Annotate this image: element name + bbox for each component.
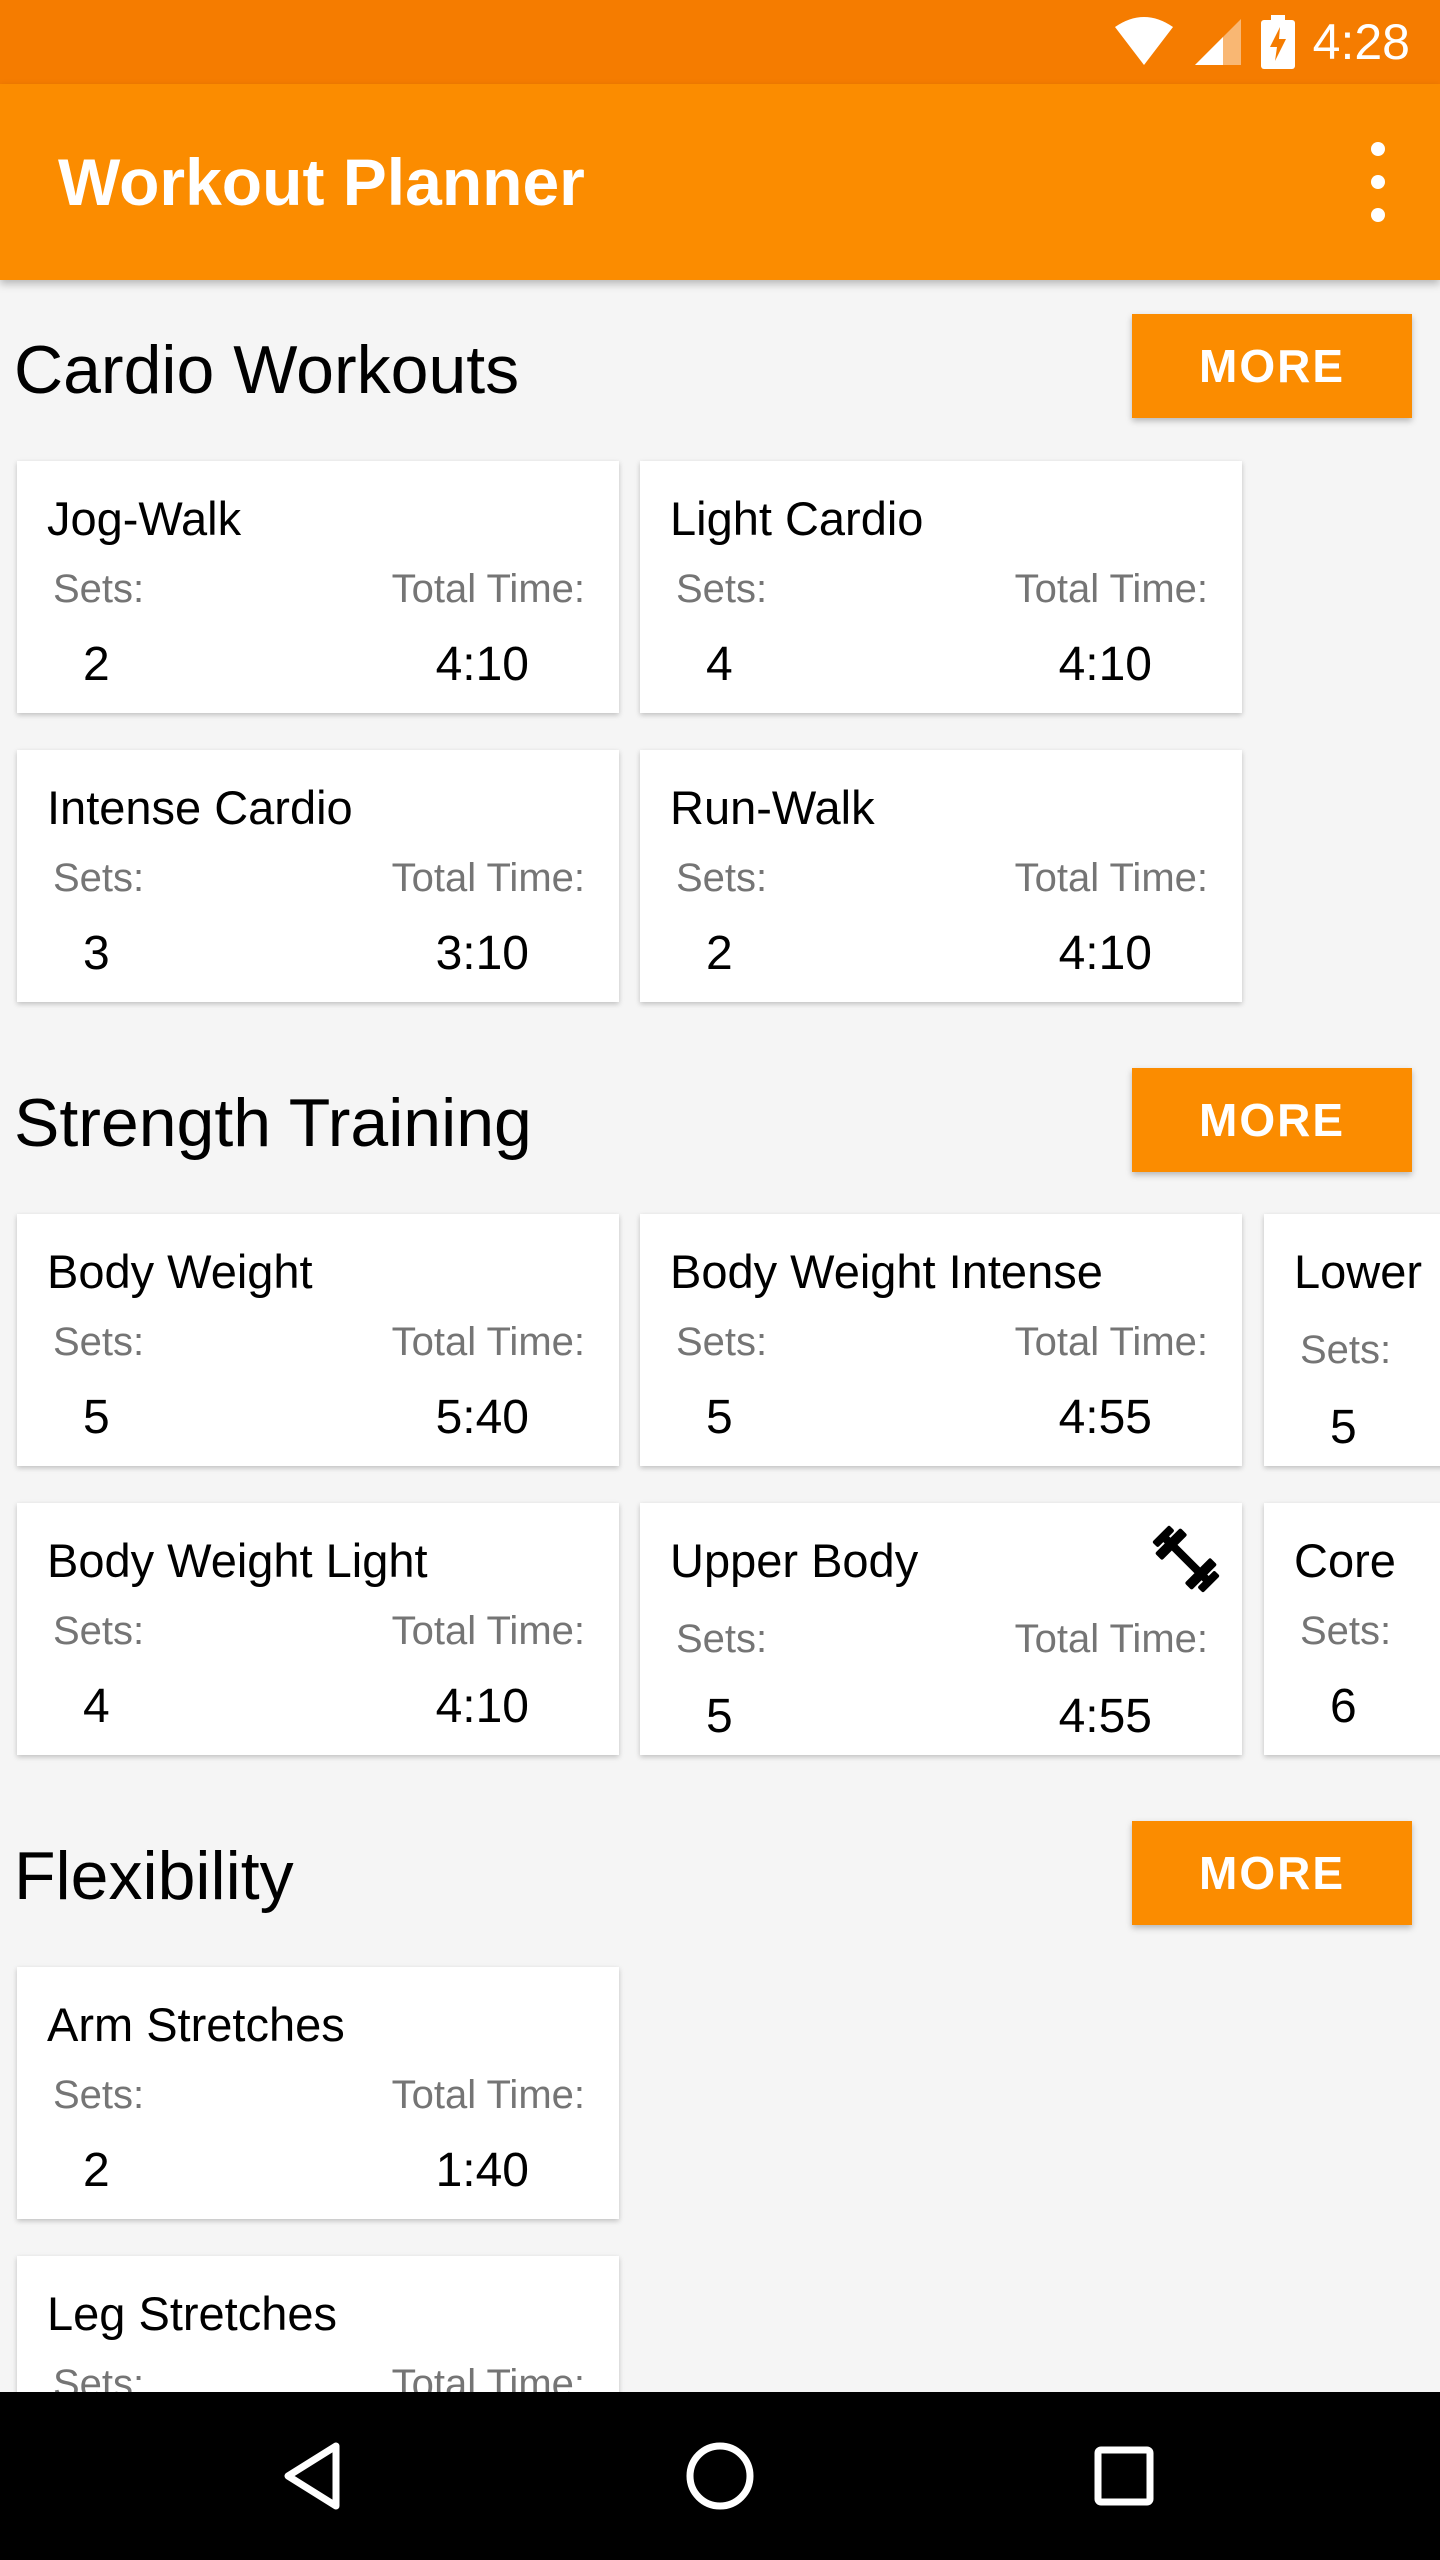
total-time-value: 4:10 <box>435 1680 529 1733</box>
sets-label: Sets: <box>1300 1609 1392 1653</box>
back-triangle-icon[interactable] <box>266 2426 366 2526</box>
status-time: 4:28 <box>1312 14 1410 70</box>
card-title: Lower <box>1294 1245 1423 1298</box>
card-title: Upper Body <box>670 1534 919 1587</box>
section-strength: Strength Training MORE Body Weight Sets:… <box>0 1033 1440 1773</box>
total-time-value: 4:55 <box>1058 1391 1152 1444</box>
workout-card-core[interactable]: Core Sets: 6 <box>1264 1503 1440 1755</box>
section-title: Flexibility <box>14 1838 294 1914</box>
sets-label: Sets: <box>53 856 145 900</box>
sets-label: Sets: <box>53 1609 145 1653</box>
workout-card-upper-body[interactable]: Upper Body Sets: Total Time: 5 4:55 <box>640 1503 1242 1755</box>
sets-value: 5 <box>83 1391 110 1444</box>
workout-card-jog-walk[interactable]: Jog-Walk Sets: Total Time: 2 4:10 <box>17 461 619 713</box>
recents-square-icon[interactable] <box>1074 2426 1174 2526</box>
card-title: Arm Stretches <box>47 1998 345 2051</box>
strength-more-button[interactable]: MORE <box>1132 1068 1412 1172</box>
sets-value: 2 <box>83 2144 110 2197</box>
total-time-label: Total Time: <box>391 1609 585 1653</box>
total-time-value: 4:10 <box>1058 638 1152 691</box>
sets-label: Sets: <box>53 2073 145 2117</box>
cell-signal-icon <box>1194 19 1241 65</box>
sets-label: Sets: <box>676 1617 768 1661</box>
app-bar: Workout Planner <box>0 84 1440 280</box>
card-title: Body Weight <box>47 1245 313 1298</box>
total-time-label: Total Time: <box>1014 567 1208 611</box>
more-vert-icon[interactable] <box>1356 142 1400 222</box>
card-title: Intense Cardio <box>47 781 353 834</box>
section-flexibility: Flexibility MORE Arm Stretches Sets: Tot… <box>0 1786 1440 2392</box>
sets-value: 5 <box>1330 1401 1357 1454</box>
total-time-value: 4:10 <box>1058 927 1152 980</box>
sets-label: Sets: <box>53 2362 145 2392</box>
sets-value: 4 <box>83 1680 110 1733</box>
card-title: Jog-Walk <box>47 492 242 545</box>
workout-card-light-cardio[interactable]: Light Cardio Sets: Total Time: 4 4:10 <box>640 461 1242 713</box>
total-time-value: 4:55 <box>1058 1690 1152 1743</box>
flexibility-more-button[interactable]: MORE <box>1132 1821 1412 1925</box>
wifi-icon <box>1114 17 1173 65</box>
workout-card-body-weight[interactable]: Body Weight Sets: Total Time: 5 5:40 <box>17 1214 619 1466</box>
home-circle-icon[interactable] <box>670 2426 770 2526</box>
total-time-value: 1:40 <box>435 2144 529 2197</box>
workout-card-lower[interactable]: Lower Sets: 5 <box>1264 1214 1440 1466</box>
card-title: Leg Stretches <box>47 2287 338 2340</box>
total-time-label: Total Time: <box>1014 1320 1208 1364</box>
sets-label: Sets: <box>676 1320 768 1364</box>
sets-value: 3 <box>83 927 110 980</box>
card-title: Light Cardio <box>670 492 924 545</box>
card-title: Core <box>1294 1534 1396 1587</box>
card-title: Body Weight Intense <box>670 1245 1103 1298</box>
total-time-label: Total Time: <box>391 856 585 900</box>
card-title: Run-Walk <box>670 781 875 834</box>
section-title: Cardio Workouts <box>14 332 520 408</box>
sets-label: Sets: <box>676 567 768 611</box>
status-icons: 4:28 <box>1113 0 1410 84</box>
sets-label: Sets: <box>53 1320 145 1364</box>
total-time-label: Total Time: <box>391 567 585 611</box>
section-cardio: Cardio Workouts MORE Jog-Walk Sets: Tota… <box>0 280 1440 1020</box>
sets-label: Sets: <box>1300 1328 1392 1372</box>
sets-label: Sets: <box>676 856 768 900</box>
workout-card-body-weight-light[interactable]: Body Weight Light Sets: Total Time: 4 4:… <box>17 1503 619 1755</box>
total-time-value: 4:10 <box>435 638 529 691</box>
workout-card-arm-stretches[interactable]: Arm Stretches Sets: Total Time: 2 1:40 <box>17 1967 619 2219</box>
navigation-bar <box>0 2392 1440 2560</box>
battery-charging-icon <box>1260 15 1295 69</box>
status-bar: 4:28 <box>0 0 1440 84</box>
card-title: Body Weight Light <box>47 1534 428 1587</box>
workout-card-run-walk[interactable]: Run-Walk Sets: Total Time: 2 4:10 <box>640 750 1242 1002</box>
total-time-value: 5:40 <box>435 1391 529 1444</box>
workout-card-intense-cardio[interactable]: Intense Cardio Sets: Total Time: 3 3:10 <box>17 750 619 1002</box>
total-time-value: 3:10 <box>435 927 529 980</box>
app-title: Workout Planner <box>58 145 585 219</box>
total-time-label: Total Time: <box>391 2073 585 2117</box>
cardio-more-button[interactable]: MORE <box>1132 314 1412 418</box>
sets-label: Sets: <box>53 567 145 611</box>
workout-card-body-weight-intense[interactable]: Body Weight Intense Sets: Total Time: 5 … <box>640 1214 1242 1466</box>
sets-value: 4 <box>706 638 733 691</box>
sets-value: 5 <box>706 1391 733 1444</box>
total-time-label: Total Time: <box>391 2362 585 2392</box>
sets-value: 2 <box>83 638 110 691</box>
workout-card-leg-stretches[interactable]: Leg Stretches Sets: Total Time: <box>17 2256 619 2392</box>
sets-value: 6 <box>1330 1680 1357 1733</box>
total-time-label: Total Time: <box>1014 1617 1208 1661</box>
sets-value: 5 <box>706 1690 733 1743</box>
dumbbell-icon <box>1152 1525 1220 1593</box>
section-title: Strength Training <box>14 1085 532 1161</box>
sets-value: 2 <box>706 927 733 980</box>
total-time-label: Total Time: <box>1014 856 1208 900</box>
total-time-label: Total Time: <box>391 1320 585 1364</box>
